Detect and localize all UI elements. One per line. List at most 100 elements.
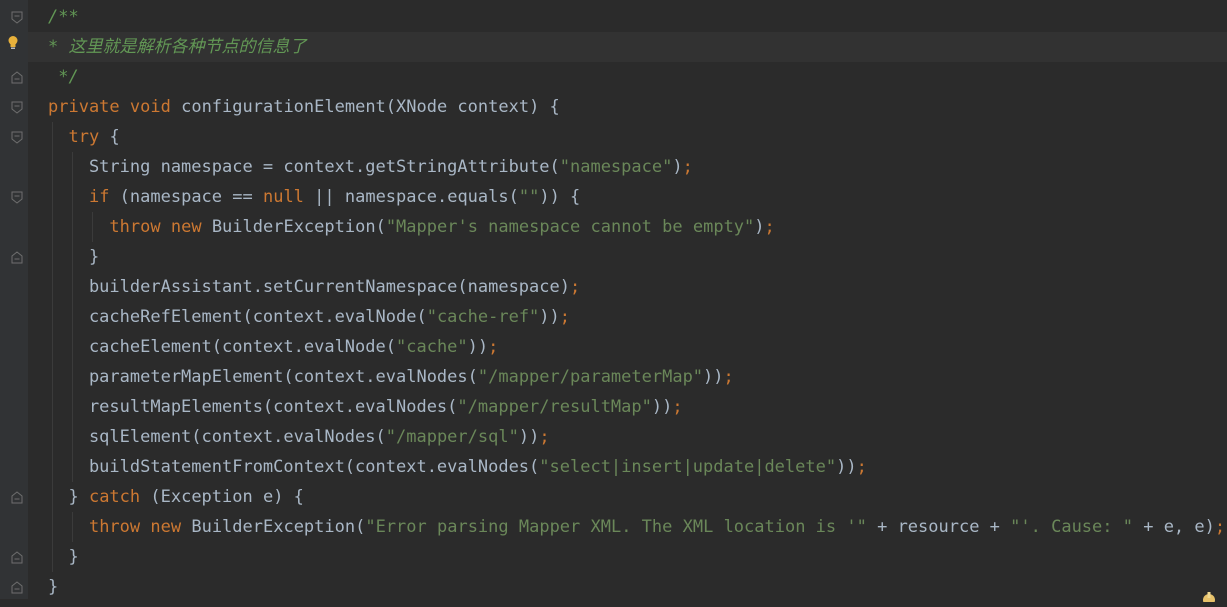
code-line[interactable]: throw new BuilderException("Mapper's nam… [28, 212, 1227, 242]
code-token: || namespace.equals( [303, 187, 519, 207]
code-token: "/mapper/sql" [385, 427, 519, 447]
code-token: null [262, 187, 304, 207]
code-token: )) [703, 367, 724, 387]
code-token: String namespace = context.getStringAttr… [48, 157, 560, 177]
fold-marker-icon[interactable] [11, 581, 23, 594]
code-text: parameterMapElement(context.evalNodes("/… [48, 362, 734, 392]
code-line[interactable]: sqlElement(context.evalNodes("/mapper/sq… [28, 422, 1227, 452]
code-token: } [48, 547, 79, 567]
code-token: ; [559, 307, 571, 327]
code-text: String namespace = context.getStringAttr… [48, 152, 693, 182]
code-token: ; [723, 367, 734, 387]
code-token: + resource + [866, 517, 1011, 537]
code-token: "Mapper's namespace cannot be empty" [385, 217, 755, 237]
code-token: )) [836, 457, 857, 477]
code-text: /** [48, 2, 79, 32]
code-text: sqlElement(context.evalNodes("/mapper/sq… [48, 422, 550, 452]
code-token: * [48, 37, 69, 57]
code-token: )) [518, 427, 540, 447]
status-icon[interactable] [1199, 587, 1219, 606]
code-line[interactable]: } catch (Exception e) { [28, 482, 1227, 512]
code-line[interactable]: */ [28, 62, 1227, 92]
code-editor[interactable]: /** * 这里就是解析各种节点的信息了 */ private void confi… [28, 0, 1227, 599]
code-token: BuilderException( [201, 217, 386, 237]
code-token: "Error parsing Mapper XML. The XML locat… [365, 517, 867, 537]
code-line[interactable]: parameterMapElement(context.evalNodes("/… [28, 362, 1227, 392]
code-line[interactable]: resultMapElements(context.evalNodes("/ma… [28, 392, 1227, 422]
fold-marker-icon[interactable] [11, 251, 23, 264]
code-line[interactable]: String namespace = context.getStringAttr… [28, 152, 1227, 182]
code-line[interactable]: cacheElement(context.evalNode("cache")); [28, 332, 1227, 362]
code-token: ; [764, 217, 775, 237]
code-token: builderAssistant.setCurrentNamespace(nam… [48, 277, 570, 297]
fold-marker-icon[interactable] [11, 491, 23, 504]
code-token: (namespace == [109, 187, 263, 207]
code-line[interactable]: private void configurationElement(XNode … [28, 92, 1227, 122]
code-token: + e, e) [1132, 517, 1215, 537]
code-token: configurationElement(XNode context) { [170, 97, 560, 117]
code-line[interactable]: } [28, 242, 1227, 272]
code-line[interactable]: if (namespace == null || namespace.equal… [28, 182, 1227, 212]
code-line[interactable]: cacheRefElement(context.evalNode("cache-… [28, 302, 1227, 332]
code-token: parameterMapElement(context.evalNodes( [48, 367, 478, 387]
code-token: new [150, 517, 182, 537]
code-token: cacheRefElement(context.evalNode( [48, 307, 427, 327]
code-token: cacheElement(context.evalNode( [48, 337, 396, 357]
code-text: private void configurationElement(XNode … [48, 92, 560, 122]
code-text: cacheElement(context.evalNode("cache")); [48, 332, 498, 362]
code-token: ; [856, 457, 867, 477]
code-token: } [48, 487, 89, 507]
code-token: (Exception e) { [140, 487, 304, 507]
code-token: private [48, 97, 120, 117]
code-token: "select|insert|update|delete" [539, 457, 837, 477]
code-line[interactable]: /** [28, 2, 1227, 32]
code-text: try { [48, 122, 119, 152]
code-token: ; [539, 427, 550, 447]
code-token: ) [672, 157, 683, 177]
code-line[interactable]: builderAssistant.setCurrentNamespace(nam… [28, 272, 1227, 302]
code-line[interactable]: } [28, 572, 1227, 602]
fold-marker-icon[interactable] [11, 71, 23, 84]
code-token: new [170, 217, 202, 237]
code-token: sqlElement(context.evalNodes( [48, 427, 386, 447]
code-text: } [48, 542, 79, 572]
code-token: */ [48, 67, 79, 87]
code-line[interactable]: } [28, 542, 1227, 572]
fold-marker-icon[interactable] [11, 101, 23, 114]
code-line[interactable]: try { [28, 122, 1227, 152]
code-token: )) [539, 307, 560, 327]
code-token: ; [488, 337, 499, 357]
code-token: throw [109, 217, 161, 237]
editor-gutter [0, 0, 28, 599]
code-token: buildStatementFromContext(context.evalNo… [48, 457, 540, 477]
intention-bulb-icon[interactable] [7, 35, 19, 51]
code-line[interactable]: buildStatementFromContext(context.evalNo… [28, 452, 1227, 482]
fold-marker-icon[interactable] [11, 191, 23, 204]
code-line[interactable]: * 这里就是解析各种节点的信息了 [28, 32, 1227, 62]
fold-marker-icon[interactable] [11, 131, 23, 144]
fold-marker-icon[interactable] [11, 551, 23, 564]
code-token: void [129, 97, 171, 117]
code-token: BuilderException( [181, 517, 366, 537]
code-token: "namespace" [559, 157, 673, 177]
code-token: if [88, 187, 110, 207]
code-token: "" [518, 187, 540, 207]
code-token: "/mapper/parameterMap" [477, 367, 704, 387]
code-token: ; [672, 397, 683, 417]
code-text: throw new BuilderException("Error parsin… [48, 512, 1225, 542]
code-token: ) [754, 217, 765, 237]
code-token: )) [651, 397, 673, 417]
code-text: * 这里就是解析各种节点的信息了 [48, 32, 306, 62]
fold-marker-icon[interactable] [11, 11, 23, 24]
code-text: */ [48, 62, 79, 92]
code-token: )) [467, 337, 489, 357]
code-token: } [48, 577, 59, 597]
code-text: } [48, 242, 99, 272]
code-token: ; [569, 277, 581, 297]
code-text: builderAssistant.setCurrentNamespace(nam… [48, 272, 580, 302]
code-line[interactable]: throw new BuilderException("Error parsin… [28, 512, 1227, 542]
